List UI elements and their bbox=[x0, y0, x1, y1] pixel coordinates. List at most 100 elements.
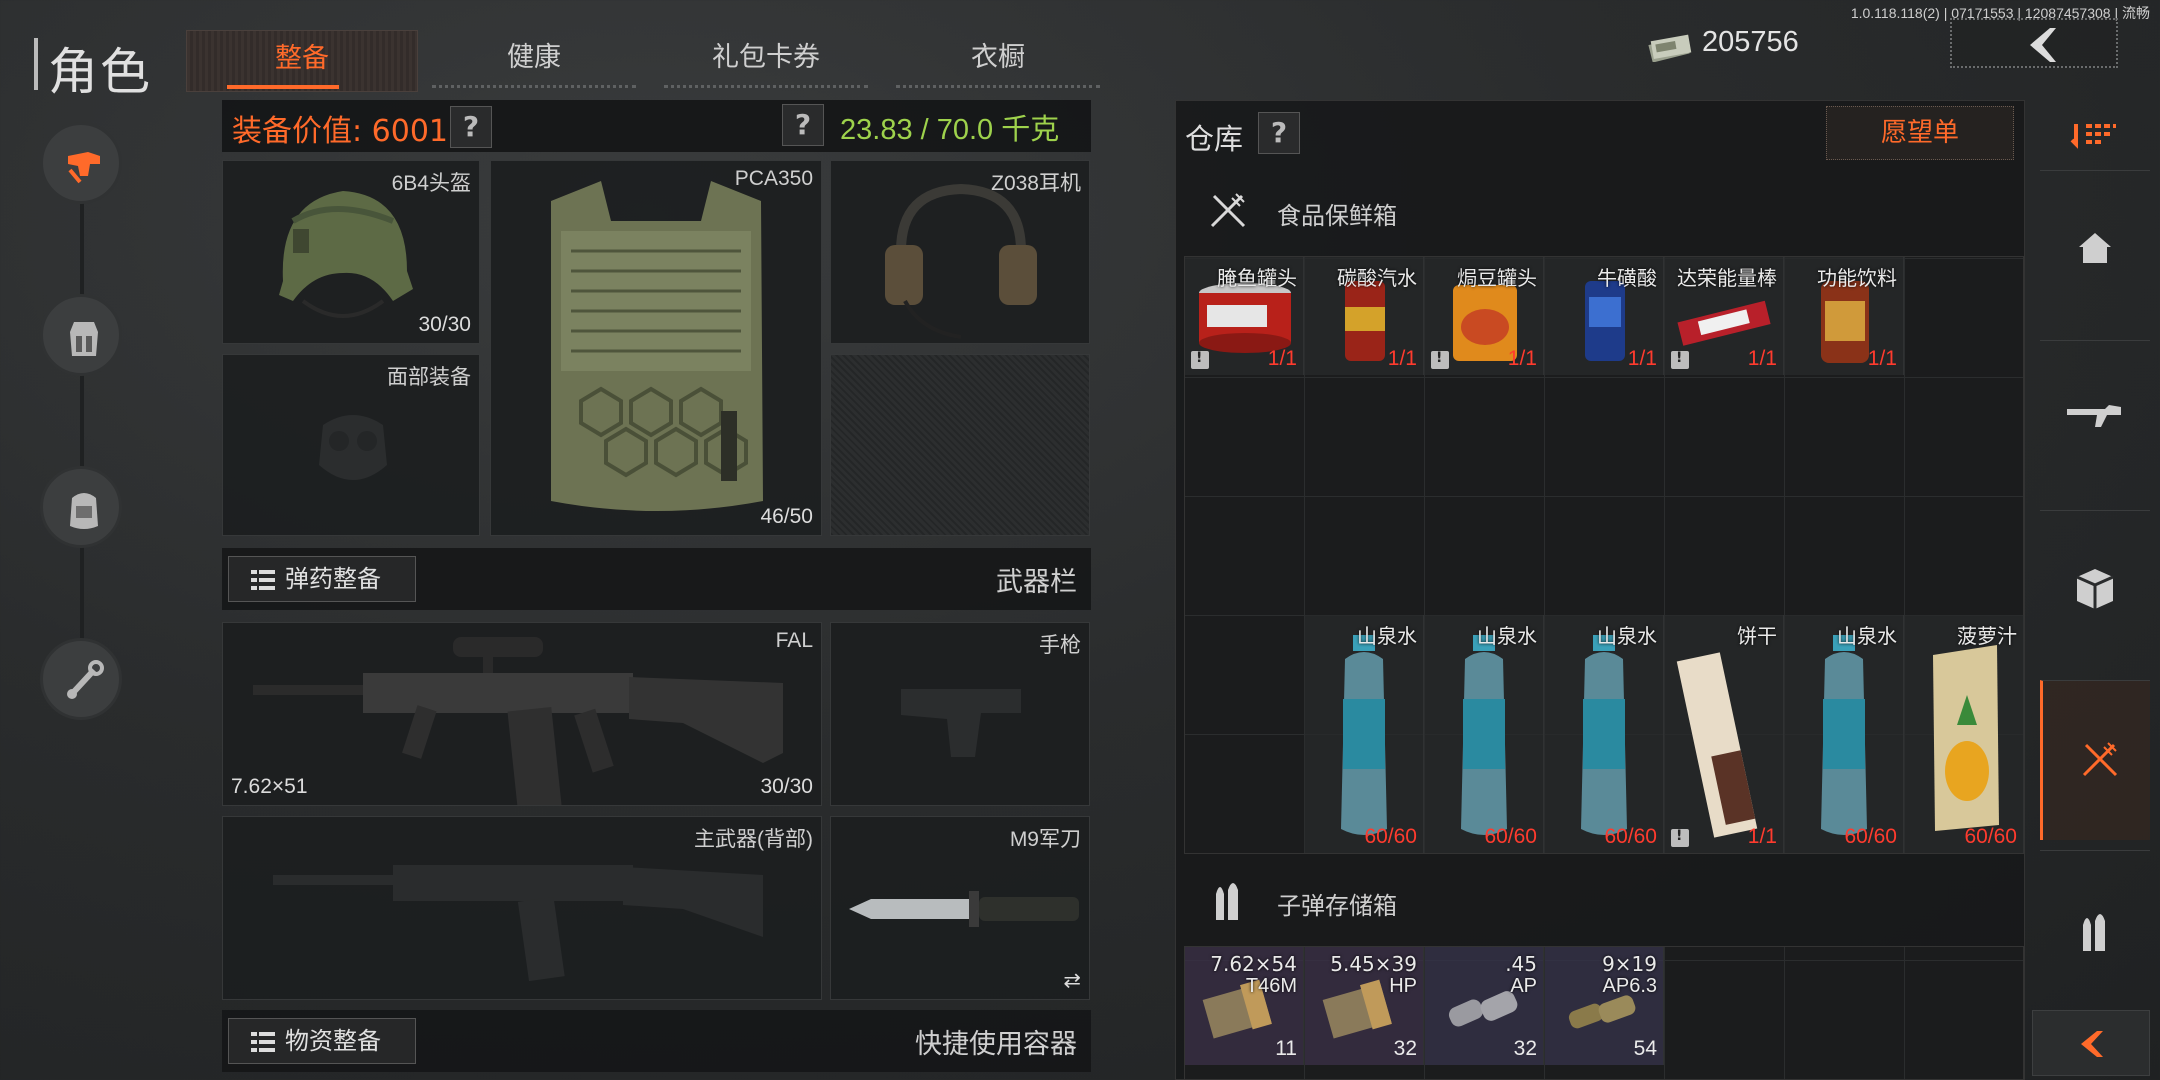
item-name: 山泉水 bbox=[1837, 624, 1897, 648]
item-ammo-545x39[interactable]: 5.45×39 HP 32 bbox=[1305, 947, 1424, 1065]
item-count: 1/1 bbox=[1627, 347, 1657, 370]
item-ammo-9x19[interactable]: 9×19 AP6.3 54 bbox=[1545, 947, 1664, 1065]
slot-primary-back[interactable]: 主武器(背部) bbox=[222, 816, 822, 1000]
fork-knife-icon bbox=[1210, 193, 1246, 228]
ammo-count: 32 bbox=[1513, 1037, 1537, 1060]
item-count: 60/60 bbox=[1364, 825, 1417, 848]
slot-armor[interactable]: PCA350 46/50 bbox=[490, 160, 822, 536]
item-taurine[interactable]: 牛磺酸 1/1 bbox=[1545, 257, 1664, 375]
value-help-button[interactable]: ? bbox=[450, 106, 492, 148]
ammo-caliber: 9×19 bbox=[1602, 952, 1657, 976]
primary-weapon-ammo: 30/30 bbox=[760, 775, 813, 798]
sort-button[interactable] bbox=[2040, 104, 2150, 164]
weight-help-button[interactable]: ? bbox=[782, 104, 824, 146]
pistol-slot-label: 手枪 bbox=[1039, 634, 1081, 657]
juice-carton-image bbox=[1933, 645, 1999, 831]
item-pineapple-juice[interactable]: 菠萝汁 60/60 bbox=[1905, 615, 2024, 853]
warehouse-help-button[interactable]: ? bbox=[1258, 112, 1300, 154]
back-button[interactable] bbox=[1950, 18, 2118, 68]
item-name: 焗豆罐头 bbox=[1457, 266, 1537, 290]
item-name: 腌鱼罐头 bbox=[1217, 266, 1297, 290]
item-spring-water[interactable]: 山泉水 60/60 bbox=[1305, 615, 1424, 853]
slot-headset[interactable]: Z038耳机 bbox=[830, 160, 1090, 344]
nav-gear[interactable] bbox=[40, 122, 122, 204]
tab-equip[interactable]: 整备 bbox=[186, 30, 418, 92]
food-box-grid: 腌鱼罐头 1/1 碳酸汽水 1/1 焗豆罐头 1/1 牛磺酸 1/1 达荣能量棒… bbox=[1184, 256, 2024, 854]
nav-backpack[interactable] bbox=[40, 466, 122, 548]
supplies-section-bar: 物资整备 快捷使用容器 bbox=[222, 1010, 1091, 1072]
ammo-count: 32 bbox=[1393, 1037, 1417, 1060]
slot-helmet[interactable]: 6B4头盔 30/30 bbox=[222, 160, 480, 344]
item-count: 1/1 bbox=[1507, 347, 1537, 370]
item-ammo-45[interactable]: .45 AP 32 bbox=[1425, 947, 1544, 1065]
tab-wardrobe[interactable]: 衣橱 bbox=[882, 30, 1114, 92]
home-icon bbox=[2079, 233, 2111, 263]
nav-food[interactable] bbox=[2040, 680, 2150, 840]
slot-melee[interactable]: M9军刀 ⇄ bbox=[830, 816, 1090, 1000]
ammo-caliber: .45 bbox=[1505, 952, 1537, 976]
sort-icon bbox=[2070, 124, 2116, 149]
primary-weapon-caliber: 7.62×51 bbox=[231, 775, 308, 798]
ammo-type: AP bbox=[1510, 975, 1537, 997]
swap-weapon-icon[interactable]: ⇄ bbox=[1063, 968, 1081, 993]
slot-pistol[interactable]: 手枪 bbox=[830, 622, 1090, 806]
item-ammo-762x54[interactable]: 7.62×54 T46M 11 bbox=[1185, 947, 1304, 1065]
quick-container-title: 快捷使用容器 bbox=[915, 1029, 1077, 1060]
item-name: 达荣能量棒 bbox=[1677, 266, 1777, 290]
nav-tools[interactable] bbox=[40, 638, 122, 720]
item-count: 60/60 bbox=[1844, 825, 1897, 848]
item-spring-water[interactable]: 山泉水 60/60 bbox=[1785, 615, 1904, 853]
item-biscuit[interactable]: 饼干 1/1 bbox=[1665, 615, 1784, 853]
supply-list-icon bbox=[251, 1032, 275, 1052]
ammo-loadout-label: 弹药整备 bbox=[285, 565, 381, 593]
item-count: 1/1 bbox=[1747, 347, 1777, 370]
ammo-type: AP6.3 bbox=[1602, 975, 1657, 997]
slot-face[interactable]: 面部装备 bbox=[222, 354, 480, 536]
armor-name: PCA350 bbox=[734, 167, 813, 190]
backpack-icon bbox=[70, 493, 98, 529]
chest-rig-icon bbox=[70, 322, 98, 356]
ammo-loadout-button[interactable]: 弹药整备 bbox=[228, 556, 416, 602]
weapons-section-bar: 弹药整备 武器栏 bbox=[222, 548, 1091, 610]
item-name: 山泉水 bbox=[1597, 624, 1657, 648]
item-energy-bar[interactable]: 达荣能量棒 1/1 bbox=[1665, 257, 1784, 375]
item-soda[interactable]: 碳酸汽水 1/1 bbox=[1305, 257, 1424, 375]
ammo-list-icon bbox=[251, 570, 275, 590]
biscuit-pack-image bbox=[1676, 652, 1758, 838]
lock-icon bbox=[1191, 350, 1209, 369]
item-spring-water[interactable]: 山泉水 60/60 bbox=[1425, 615, 1544, 853]
helmet-name: 6B4头盔 bbox=[391, 172, 471, 195]
item-functional-drink[interactable]: 功能饮料 1/1 bbox=[1785, 257, 1904, 375]
bullet-icon bbox=[1216, 883, 1238, 920]
item-count: 1/1 bbox=[1267, 347, 1297, 370]
nav-ammo[interactable] bbox=[2040, 850, 2150, 1002]
slot-primary-weapon[interactable]: FAL 7.62×51 30/30 bbox=[222, 622, 822, 806]
item-pickled-fish-can[interactable]: 腌鱼罐头 1/1 bbox=[1185, 257, 1304, 375]
rifle-icon bbox=[2067, 405, 2121, 427]
tab-gift-cards[interactable]: 礼包卡券 bbox=[650, 30, 882, 92]
carry-weight: 23.83 / 70.0 千克 bbox=[840, 114, 1060, 146]
cash-amount: 205756 bbox=[1702, 26, 1799, 58]
supply-loadout-button[interactable]: 物资整备 bbox=[228, 1018, 416, 1064]
item-name: 菠萝汁 bbox=[1957, 624, 2017, 648]
tab-health[interactable]: 健康 bbox=[418, 30, 650, 92]
warehouse-title: 仓库 bbox=[1185, 122, 1244, 156]
item-spring-water[interactable]: 山泉水 60/60 bbox=[1545, 615, 1664, 853]
nav-weapons[interactable] bbox=[2040, 340, 2150, 500]
ammo-box-title: 子弹存储箱 bbox=[1277, 892, 1397, 920]
left-nav-line bbox=[80, 190, 84, 690]
item-name: 碳酸汽水 bbox=[1337, 266, 1417, 290]
nav-home[interactable] bbox=[2040, 170, 2150, 330]
equipment-value: 装备价值: 60011 bbox=[232, 114, 468, 149]
ammo-count: 54 bbox=[1633, 1037, 1657, 1060]
collapse-button[interactable] bbox=[2032, 1010, 2150, 1076]
nav-backpack-rig[interactable] bbox=[40, 294, 122, 376]
lock-icon bbox=[1671, 350, 1689, 369]
bullet-icon bbox=[2083, 914, 2105, 951]
nav-containers[interactable] bbox=[2040, 510, 2150, 670]
ammo-caliber: 7.62×54 bbox=[1210, 952, 1297, 976]
item-baked-beans[interactable]: 焗豆罐头 1/1 bbox=[1425, 257, 1544, 375]
item-count: 1/1 bbox=[1867, 347, 1897, 370]
wishlist-button[interactable]: 愿望单 bbox=[1826, 106, 2014, 160]
primary-weapon-name: FAL bbox=[775, 629, 813, 652]
